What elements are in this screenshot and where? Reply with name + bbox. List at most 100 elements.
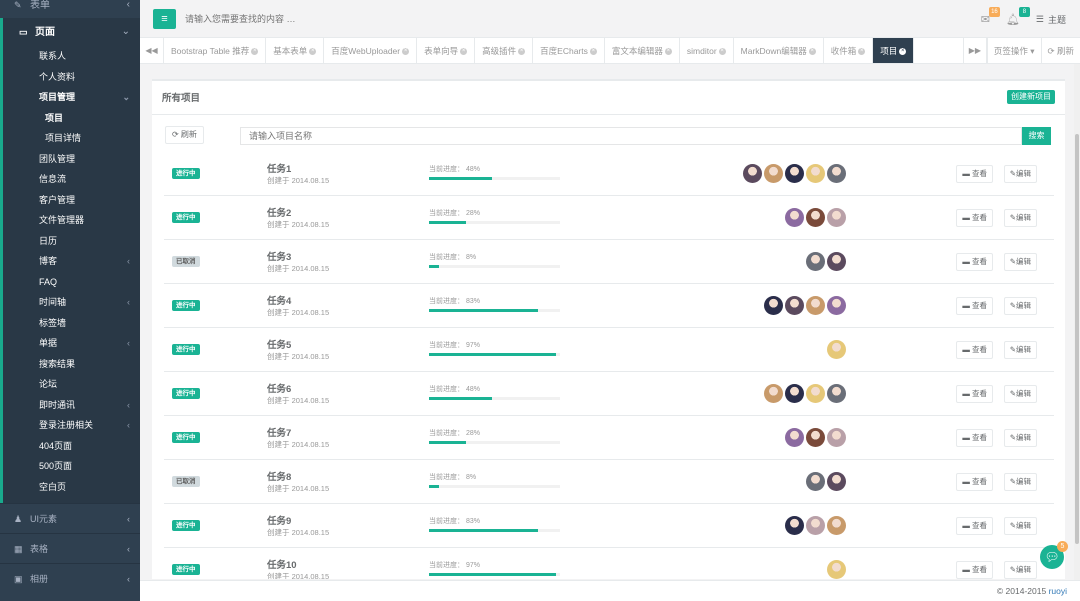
close-icon[interactable]: × — [460, 48, 468, 56]
avatar[interactable] — [764, 384, 783, 403]
tab-refresh-button[interactable]: ⟳ 刷新 — [1040, 38, 1080, 63]
avatar[interactable] — [785, 164, 804, 183]
avatar[interactable] — [806, 164, 825, 183]
avatar[interactable] — [827, 516, 846, 535]
sidebar-item-13[interactable]: 标签墙 — [3, 313, 140, 334]
sidebar-item-0[interactable]: 联系人 — [3, 46, 140, 67]
view-button[interactable]: ▬ 查看 — [956, 517, 993, 535]
scrollbar-thumb[interactable] — [1075, 134, 1079, 544]
edit-button[interactable]: ✎编辑 — [1003, 561, 1037, 579]
close-icon[interactable]: × — [402, 48, 410, 56]
sidebar-item-17[interactable]: 即时通讯 ‹ — [3, 395, 140, 416]
close-icon[interactable]: × — [808, 48, 816, 56]
tab-operations-dropdown[interactable]: 页签操作 ▾ — [986, 38, 1041, 63]
avatar[interactable] — [785, 208, 804, 227]
sidebar-item-bottom-2[interactable]: ▣ 相册 ‹ — [0, 563, 140, 593]
avatar[interactable] — [827, 340, 846, 359]
sidebar-item-19[interactable]: 404页面 — [3, 436, 140, 457]
avatar[interactable] — [806, 428, 825, 447]
edit-button[interactable]: ✎编辑 — [1003, 473, 1037, 491]
menu-toggle-button[interactable]: ≡ — [153, 9, 176, 29]
avatar[interactable] — [785, 428, 804, 447]
project-name[interactable]: 任务4 — [267, 293, 291, 307]
project-name[interactable]: 任务6 — [267, 381, 291, 395]
global-search-input[interactable] — [185, 11, 605, 27]
edit-button[interactable]: ✎编辑 — [1003, 429, 1037, 447]
tab-4[interactable]: 高级插件 × — [475, 38, 534, 63]
view-button[interactable]: ▬ 查看 — [956, 473, 993, 491]
project-name[interactable]: 任务9 — [267, 513, 291, 527]
sidebar-item-12[interactable]: 时间轴 ‹ — [3, 292, 140, 313]
sidebar-item-bottom-1[interactable]: ▦ 表格 ‹ — [0, 533, 140, 563]
close-icon[interactable]: × — [899, 48, 907, 56]
project-search-input[interactable] — [240, 127, 1022, 145]
sidebar-item-11[interactable]: FAQ — [3, 272, 140, 293]
avatar[interactable] — [785, 384, 804, 403]
tab-2[interactable]: 百度WebUploader × — [324, 38, 418, 63]
view-button[interactable]: ▬ 查看 — [956, 429, 993, 447]
sidebar-item-6[interactable]: 信息流 — [3, 169, 140, 190]
sidebar-item-15[interactable]: 搜索结果 — [3, 354, 140, 375]
edit-button[interactable]: ✎编辑 — [1003, 209, 1037, 227]
view-button[interactable]: ▬ 查看 — [956, 209, 993, 227]
view-button[interactable]: ▬ 查看 — [956, 253, 993, 271]
avatar[interactable] — [827, 164, 846, 183]
avatar[interactable] — [764, 296, 783, 315]
tab-5[interactable]: 百度ECharts × — [533, 38, 605, 63]
view-button[interactable]: ▬ 查看 — [956, 385, 993, 403]
avatar[interactable] — [827, 252, 846, 271]
messages-button[interactable]: ✉ 16 — [981, 6, 1000, 26]
edit-button[interactable]: ✎编辑 — [1003, 253, 1037, 271]
notifications-button[interactable]: 🔔︎ 8 — [1006, 6, 1030, 26]
view-button[interactable]: ▬ 查看 — [956, 341, 993, 359]
avatar[interactable] — [806, 252, 825, 271]
sidebar-item-8[interactable]: 文件管理器 — [3, 210, 140, 231]
sidebar-item-forms[interactable]: ✎ 表单 ‹ — [0, 0, 140, 18]
edit-button[interactable]: ✎编辑 — [1003, 297, 1037, 315]
edit-button[interactable]: ✎编辑 — [1003, 165, 1037, 183]
page-scrollbar[interactable] — [1074, 64, 1080, 580]
project-name[interactable]: 任务8 — [267, 469, 291, 483]
sidebar-item-1[interactable]: 个人资料 — [3, 67, 140, 88]
avatar[interactable] — [806, 384, 825, 403]
sidebar-item-10[interactable]: 博客 ‹ — [3, 251, 140, 272]
tab-3[interactable]: 表单向导 × — [417, 38, 476, 63]
tab-8[interactable]: MarkDown编辑器 × — [734, 38, 824, 63]
avatar[interactable] — [743, 164, 762, 183]
view-button[interactable]: ▬ 查看 — [956, 561, 993, 579]
project-name[interactable]: 任务2 — [267, 205, 291, 219]
tab-0[interactable]: Bootstrap Table 推荐 × — [164, 38, 267, 63]
close-icon[interactable]: × — [518, 48, 526, 56]
tab-1[interactable]: 基本表单 × — [266, 38, 325, 63]
avatar[interactable] — [827, 296, 846, 315]
avatar[interactable] — [827, 560, 846, 579]
view-button[interactable]: ▬ 查看 — [956, 297, 993, 315]
sidebar-item-20[interactable]: 500页面 — [3, 456, 140, 477]
sidebar-item-16[interactable]: 论坛 — [3, 374, 140, 395]
avatar[interactable] — [764, 164, 783, 183]
view-button[interactable]: ▬ 查看 — [956, 165, 993, 183]
close-icon[interactable]: × — [309, 48, 317, 56]
footer-link[interactable]: ruoyi — [1049, 586, 1067, 596]
tabs-scroll-left-button[interactable]: ◀◀ — [140, 38, 164, 63]
close-icon[interactable]: × — [251, 48, 259, 56]
tab-6[interactable]: 富文本编辑器 × — [605, 38, 680, 63]
close-icon[interactable]: × — [589, 48, 597, 56]
avatar[interactable] — [806, 472, 825, 491]
project-name[interactable]: 任务1 — [267, 161, 291, 175]
avatar[interactable] — [827, 428, 846, 447]
avatar[interactable] — [827, 472, 846, 491]
refresh-button[interactable]: ⟳ 刷新 — [165, 126, 204, 144]
tab-10[interactable]: 项目 × — [873, 38, 915, 63]
tab-7[interactable]: simditor × — [680, 38, 734, 63]
theme-button[interactable]: ☰ 主题 — [1036, 13, 1066, 26]
sidebar-item-3[interactable]: 项目 — [3, 108, 140, 129]
edit-button[interactable]: ✎编辑 — [1003, 385, 1037, 403]
chat-button[interactable]: 💬︎ 5 — [1040, 541, 1068, 569]
sidebar-item-2[interactable]: 项目管理 ⌄ — [3, 87, 140, 108]
sidebar-item-9[interactable]: 日历 — [3, 231, 140, 252]
avatar[interactable] — [806, 296, 825, 315]
avatar[interactable] — [827, 208, 846, 227]
sidebar-item-7[interactable]: 客户管理 — [3, 190, 140, 211]
project-search-button[interactable]: 搜索 — [1022, 127, 1051, 145]
